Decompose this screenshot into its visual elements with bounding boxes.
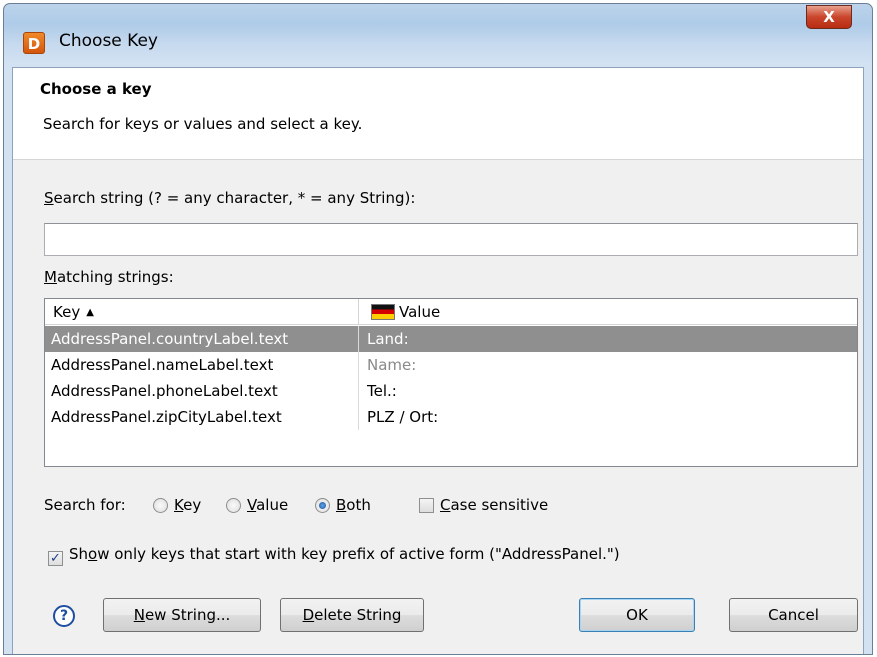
radio-both-label: oth: [346, 496, 371, 514]
radio-value-mnemonic: V: [247, 496, 257, 514]
new-string-button[interactable]: New String...: [103, 598, 261, 632]
prefix-filter-mnemonic: o: [88, 545, 98, 563]
matching-label-mnemonic: M: [44, 268, 57, 286]
radio-key-mnemonic: K: [174, 496, 184, 514]
app-logo-icon: D: [23, 32, 45, 54]
search-label-mnemonic: S: [44, 189, 54, 207]
column-value-label: Value: [399, 303, 441, 321]
radio-key-label: ey: [183, 496, 202, 514]
search-input[interactable]: [44, 223, 858, 256]
value-cell: Tel.:: [367, 382, 397, 400]
table-header: Key ▲ Value: [45, 299, 857, 325]
column-header-key[interactable]: Key ▲: [45, 299, 359, 325]
value-cell: PLZ / Ort:: [367, 408, 439, 426]
prefix-filter-box[interactable]: ✓: [48, 551, 63, 566]
radio-both-mnemonic: B: [336, 496, 347, 514]
radio-value[interactable]: Value: [226, 496, 288, 514]
sort-ascending-icon: ▲: [86, 307, 94, 318]
radio-key[interactable]: Key: [153, 496, 201, 514]
prefix-filter-checkbox[interactable]: ✓ Show only keys that start with key pref…: [48, 545, 620, 566]
radio-value-label: alue: [256, 496, 289, 514]
prefix-filter-label: w only keys that start with key prefix o…: [97, 545, 620, 563]
key-cell: AddressPanel.countryLabel.text: [45, 326, 359, 352]
table-row[interactable]: AddressPanel.countryLabel.text Land:: [45, 326, 857, 352]
radio-key-indicator[interactable]: [153, 498, 168, 513]
matching-strings-label: Matching strings:: [44, 268, 174, 286]
key-cell: AddressPanel.nameLabel.text: [45, 352, 359, 378]
matching-label-text: atching strings:: [56, 268, 174, 286]
dialog-window: D Choose Key X Choose a key Search for k…: [3, 3, 873, 655]
prefix-filter-label-pre: Sh: [69, 545, 89, 563]
column-key-label: Key: [53, 303, 81, 321]
radio-both-indicator[interactable]: [315, 498, 330, 513]
case-sensitive-mnemonic: C: [440, 496, 451, 514]
delete-string-mnemonic: D: [302, 606, 315, 624]
ok-button[interactable]: OK: [579, 598, 695, 632]
cancel-button[interactable]: Cancel: [729, 598, 858, 632]
key-cell: AddressPanel.phoneLabel.text: [45, 378, 359, 404]
search-label-text: earch string (? = any character, * = any…: [53, 189, 416, 207]
help-icon[interactable]: ?: [53, 605, 75, 627]
case-sensitive-label: ase sensitive: [450, 496, 549, 514]
table-row[interactable]: AddressPanel.phoneLabel.text Tel.:: [45, 378, 857, 404]
new-string-label: ew String...: [144, 606, 231, 624]
delete-string-button[interactable]: Delete String: [280, 598, 424, 632]
radio-value-indicator[interactable]: [226, 498, 241, 513]
window-title: Choose Key: [59, 31, 158, 51]
dialog-header: Choose a key Search for keys or values a…: [13, 68, 863, 160]
german-flag-icon: [371, 304, 395, 320]
value-cell: Land:: [367, 330, 409, 348]
new-string-mnemonic: N: [133, 606, 145, 624]
search-string-label: Search string (? = any character, * = an…: [44, 189, 415, 207]
table-row[interactable]: AddressPanel.nameLabel.text Name:: [45, 352, 857, 378]
case-sensitive-box[interactable]: [419, 498, 434, 513]
header-title: Choose a key: [40, 80, 152, 98]
table-row[interactable]: AddressPanel.zipCityLabel.text PLZ / Ort…: [45, 404, 857, 430]
key-cell: AddressPanel.zipCityLabel.text: [45, 404, 359, 430]
case-sensitive-checkbox[interactable]: Case sensitive: [419, 496, 548, 514]
radio-both[interactable]: Both: [315, 496, 371, 514]
matching-strings-table[interactable]: Key ▲ Value AddressPanel.countryLabel.tex…: [44, 298, 858, 467]
value-cell: Name:: [367, 356, 417, 374]
header-description: Search for keys or values and select a k…: [43, 115, 363, 133]
title-bar[interactable]: D Choose Key X: [4, 4, 872, 68]
close-button[interactable]: X: [806, 5, 852, 29]
search-for-label: Search for:: [44, 496, 126, 514]
column-header-value[interactable]: Value: [359, 299, 857, 325]
dialog-body: Choose a key Search for keys or values a…: [12, 67, 864, 654]
delete-string-label: elete String: [314, 606, 402, 624]
